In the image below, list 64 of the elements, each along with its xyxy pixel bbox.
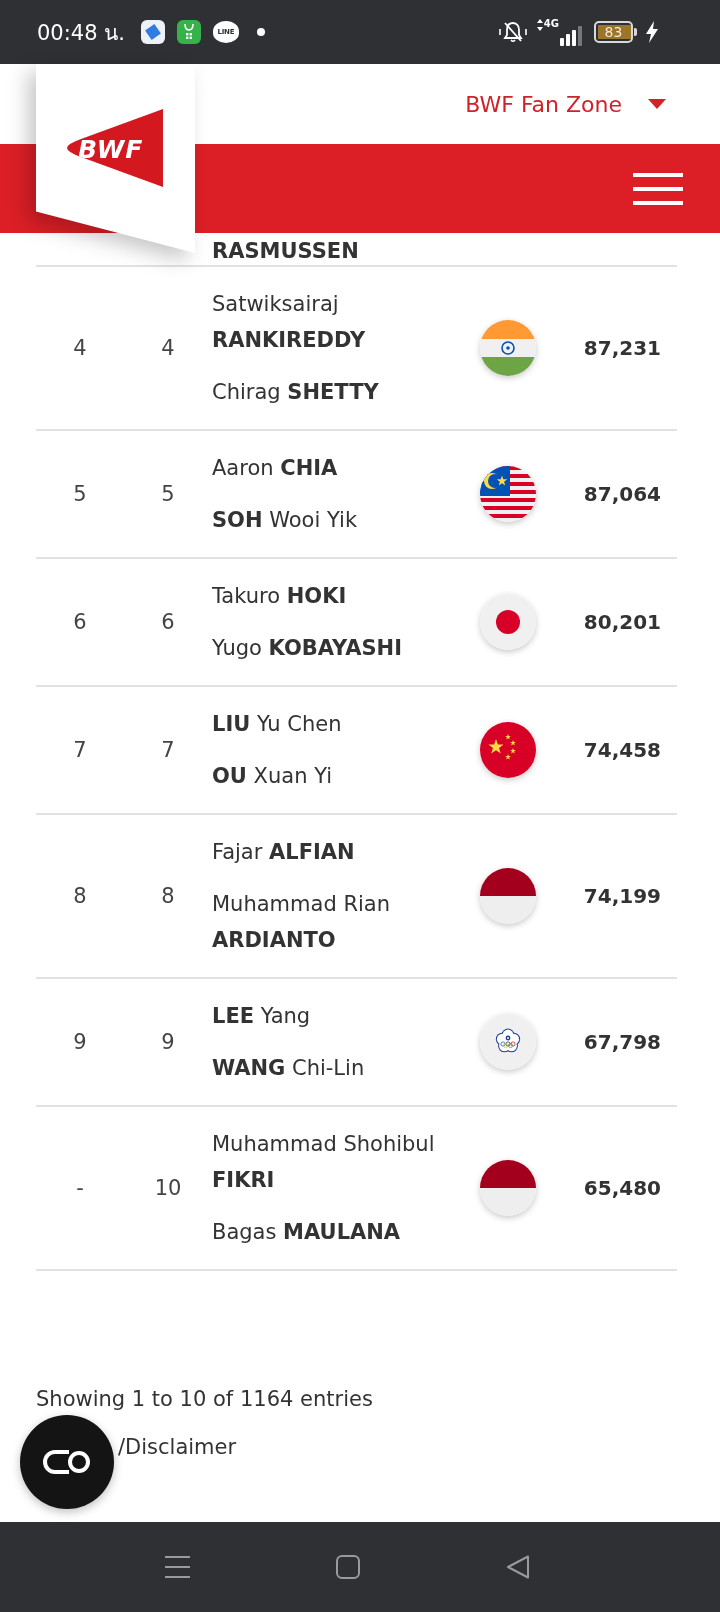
player-name: LIU Yu Chen: [212, 711, 343, 738]
table-cell: 4: [161, 336, 175, 360]
player-name: Takuro HOKI: [212, 583, 348, 610]
player-name: Muhammad Rian ARDIANTO: [212, 891, 391, 954]
table-cell: 8: [161, 884, 175, 908]
table-cell: 9: [73, 1030, 87, 1054]
player-name: Chirag SHETTY: [212, 379, 380, 406]
indonesia-flag-icon: [479, 1160, 536, 1216]
points-cell: 74,458: [583, 738, 661, 762]
fan-zone-dropdown[interactable]: BWF Fan Zone: [465, 91, 666, 117]
indonesia-flag-icon: [479, 868, 536, 924]
points-cell: 87,064: [583, 482, 661, 506]
player-name: LEE Yang: [212, 1003, 312, 1030]
player-name: Muhammad Shohibul FIKRI: [212, 1131, 436, 1194]
player-name: Bagas MAULANA: [212, 1219, 402, 1246]
table-cell: 8: [73, 884, 87, 908]
india-flag-icon: [479, 320, 536, 376]
clock: 00:48 น.: [37, 19, 125, 47]
table-cell: 7: [73, 738, 87, 762]
table-cell: 5: [161, 482, 175, 506]
player-name: RASMUSSEN: [212, 238, 360, 265]
player-name: Satwiksairaj RANKIREDDY: [212, 291, 367, 354]
disclaimer-link[interactable]: /Disclaimer: [118, 1434, 237, 1460]
player-name: Aaron CHIA: [212, 455, 339, 482]
japan-flag-icon: [479, 594, 536, 650]
back-icon[interactable]: [506, 1555, 530, 1579]
recent-apps-icon[interactable]: [165, 1555, 190, 1579]
table-cell: 4: [73, 336, 87, 360]
battery-indicator: 83: [594, 21, 638, 43]
player-name: WANG Chi-Lin: [212, 1055, 366, 1082]
network-type: 4G: [543, 18, 559, 29]
caret-down-icon: [648, 99, 666, 109]
app-icon: [140, 20, 165, 44]
points-cell: 65,480: [583, 1176, 661, 1200]
table-cell: 6: [73, 610, 87, 634]
table-cell: 6: [161, 610, 175, 634]
points-cell: 74,199: [583, 884, 661, 908]
malaysia-flag-icon: [479, 466, 536, 522]
notification-dot-icon: [256, 28, 265, 36]
player-name: OU Xuan Yi: [212, 763, 334, 790]
toggle-icon: [42, 1449, 92, 1475]
menu-icon[interactable]: [633, 172, 683, 205]
table-cell: 10: [154, 1176, 182, 1200]
points-cell: 80,201: [583, 610, 661, 634]
entries-summary: Showing 1 to 10 of 1164 entries: [36, 1386, 373, 1412]
player-name: SOH Wooi Yik: [212, 507, 359, 534]
logo[interactable]: BWF: [67, 109, 163, 187]
table-cell: 7: [161, 738, 175, 762]
player-name: Yugo KOBAYASHI: [212, 635, 403, 662]
china-flag-icon: [479, 722, 536, 778]
points-cell: 67,798: [583, 1030, 661, 1054]
home-icon[interactable]: [336, 1555, 360, 1579]
app-icon: [176, 20, 201, 44]
table-cell: 9: [161, 1030, 175, 1054]
points-cell: 87,231: [583, 336, 661, 360]
floating-action-button[interactable]: [20, 1415, 114, 1509]
signal-icon: [560, 26, 582, 46]
charging-icon: [646, 21, 658, 43]
muted-bell-icon: [496, 20, 529, 44]
player-name: Fajar ALFIAN: [212, 839, 356, 866]
data-arrows-icon: [536, 19, 543, 31]
table-cell: 5: [73, 482, 87, 506]
chinese-taipei-flag-icon: [479, 1014, 536, 1070]
table-cell: -: [76, 1176, 84, 1200]
